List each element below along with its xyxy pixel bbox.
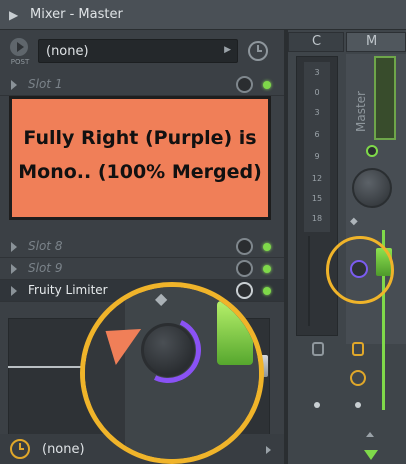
tab-m-label: M — [366, 34, 378, 49]
expand-arrow-icon[interactable] — [11, 264, 17, 274]
expand-arrow-icon[interactable] — [11, 80, 17, 90]
chevron-right-icon — [266, 446, 271, 454]
expand-arrow-icon[interactable] — [11, 242, 17, 252]
slot-enable-led[interactable] — [263, 265, 271, 273]
tab-c-label: C — [312, 34, 322, 49]
clock-icon[interactable] — [350, 370, 366, 386]
magnifier-circle: ◆ — [80, 282, 264, 464]
slot-mix-knob[interactable] — [236, 260, 253, 277]
chevron-right-icon: ▶ — [224, 45, 231, 55]
slot-label: Slot 1 — [28, 77, 63, 91]
master-knob[interactable] — [352, 168, 392, 208]
window-title: Mixer - Master — [30, 7, 123, 22]
master-meter — [374, 56, 396, 140]
slot-row[interactable]: Slot 9 — [0, 258, 284, 280]
arrow-right-icon[interactable]: ▶ — [9, 8, 18, 22]
slot-label: Slot 8 — [28, 239, 63, 253]
route-dot[interactable] — [355, 402, 361, 408]
callout-line: Mono.. (100% Merged) — [18, 161, 262, 183]
stereo-separation-icon: ◆ — [155, 289, 168, 308]
slot-label: Slot 9 — [28, 261, 63, 275]
meter-tick: 15 — [311, 194, 323, 203]
master-fader-zoomed — [217, 301, 253, 365]
route-dot[interactable] — [314, 402, 320, 408]
slot-mix-knob[interactable] — [236, 238, 253, 255]
post-button[interactable]: POST — [6, 38, 34, 68]
slot-row[interactable]: Slot 1 — [0, 74, 284, 96]
window-titlebar: ▶ Mixer - Master — [0, 0, 406, 30]
callout-line: Fully Right (Purple) is — [23, 127, 257, 149]
slot-enable-led[interactable] — [263, 243, 271, 251]
master-label: Master — [354, 91, 368, 132]
meter-tick: 6 — [314, 130, 320, 139]
route-arrow-icon[interactable] — [364, 450, 378, 460]
slot-enable-led[interactable] — [263, 287, 271, 295]
lock-icon[interactable] — [352, 342, 364, 356]
meter-tick: 0 — [314, 88, 320, 97]
meter-tick: 3 — [314, 68, 320, 77]
highlight-ring — [326, 236, 394, 304]
clock-icon[interactable] — [248, 41, 268, 61]
post-label: POST — [10, 58, 30, 66]
slot-enable-led[interactable] — [263, 81, 271, 89]
meter-tick: 3 — [314, 108, 320, 117]
preset-value: (none) — [46, 44, 89, 59]
clock-icon[interactable] — [10, 439, 30, 459]
annotation-callout: Fully Right (Purple) is Mono.. (100% Mer… — [9, 96, 271, 220]
post-arrow-icon — [10, 38, 28, 56]
meter-scale: 3 0 3 6 9 12 15 18 — [304, 62, 330, 232]
meter-tick: 12 — [311, 174, 323, 183]
meter-tick: 18 — [311, 214, 323, 223]
chevron-up-icon[interactable] — [366, 432, 374, 437]
preset-dropdown[interactable]: (none) ▶ — [38, 39, 238, 63]
slot-row[interactable]: Slot 8 — [0, 236, 284, 258]
insert-fader-track — [308, 236, 310, 326]
expand-arrow-icon[interactable] — [11, 286, 17, 296]
slot-mix-knob[interactable] — [236, 76, 253, 93]
bottom-preset-value[interactable]: (none) — [42, 442, 85, 457]
stereo-separation-icon: ◆ — [350, 216, 358, 227]
master-enable-led[interactable] — [366, 145, 378, 157]
lock-icon[interactable] — [312, 342, 324, 356]
meter-tick: 9 — [314, 152, 320, 161]
